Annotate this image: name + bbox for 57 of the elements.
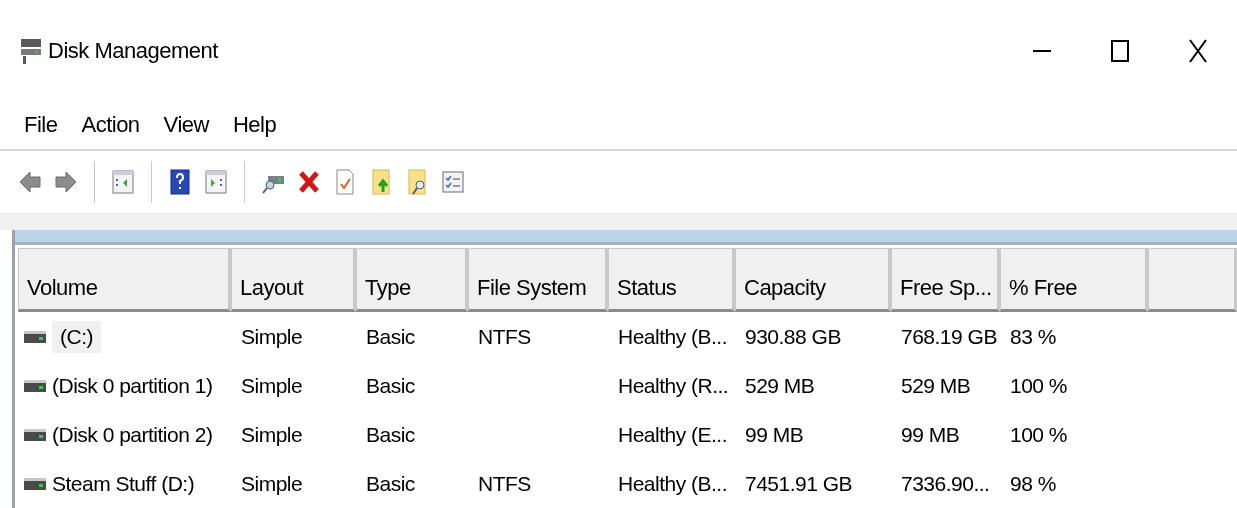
table-cell: 100 %: [1010, 373, 1068, 398]
table-cell: Basic: [366, 422, 415, 447]
drive-label[interactable]: (Disk 0 partition 2): [52, 418, 213, 451]
drive-icon: [24, 428, 46, 441]
table-cell: Simple: [241, 471, 303, 496]
table-cell: Healthy (B...: [618, 324, 728, 349]
table-cell: Simple: [241, 422, 303, 447]
column-header[interactable]: Status: [608, 248, 735, 312]
table-cell: 930.88 GB: [745, 324, 841, 349]
table-cell: Basic: [366, 471, 415, 496]
menu-item[interactable]: Action: [69, 108, 152, 143]
table-cell: Healthy (B...: [618, 471, 728, 496]
table-cell: Healthy (R...: [618, 373, 729, 398]
table-cell: 529 MB: [745, 373, 815, 398]
action-pane-icon: [204, 168, 228, 197]
table-cell: Simple: [241, 373, 303, 398]
table-cell: 83 %: [1010, 324, 1056, 349]
column-header[interactable]: % Free: [1000, 248, 1148, 312]
column-header[interactable]: File System: [468, 248, 608, 312]
close-icon: [1188, 38, 1208, 63]
table-cell: Healthy (E...: [618, 422, 728, 447]
table-cell: NTFS: [478, 471, 531, 496]
drive-icon: [24, 379, 46, 392]
console-tree-icon: [111, 168, 135, 197]
folder-search-icon: [405, 168, 429, 197]
menu-item[interactable]: Help: [220, 108, 289, 143]
table-cell: Basic: [366, 324, 415, 349]
drive-label[interactable]: (C:): [52, 320, 101, 353]
table-cell: 98 %: [1010, 471, 1056, 496]
column-header[interactable]: Capacity: [735, 248, 891, 312]
folder-up-icon: [369, 168, 393, 197]
column-header[interactable]: Volume: [18, 248, 231, 312]
window-title: Disk Management: [48, 37, 220, 64]
table-cell: NTFS: [478, 324, 531, 349]
help-icon: [168, 168, 192, 197]
drive-icon: [24, 477, 46, 490]
drive-label[interactable]: Steam Stuff (D:): [52, 467, 195, 500]
menu-item[interactable]: File: [12, 108, 70, 143]
drive-label[interactable]: (Disk 0 partition 1): [52, 369, 213, 402]
table-cell: 100 %: [1010, 422, 1068, 447]
drive-icon: [24, 330, 46, 343]
table-cell: 7451.91 GB: [745, 471, 853, 496]
column-header[interactable]: Free Sp...: [891, 248, 1000, 312]
minimize-icon: [1033, 49, 1051, 52]
table-cell: 99 MB: [901, 422, 960, 447]
menu-item[interactable]: View: [151, 108, 221, 143]
table-cell: 529 MB: [901, 373, 971, 398]
table-cell: 768.19 GB: [901, 324, 997, 349]
maximize-icon: [1111, 39, 1129, 62]
table-cell: Simple: [241, 324, 303, 349]
table-cell: 7336.90...: [901, 471, 990, 496]
column-header[interactable]: Layout: [231, 248, 356, 312]
properties-icon: [333, 168, 357, 197]
column-header[interactable]: Type: [356, 248, 468, 312]
table-cell: Basic: [366, 373, 415, 398]
table-cell: 99 MB: [745, 422, 804, 447]
disk-management-icon: [20, 37, 42, 64]
